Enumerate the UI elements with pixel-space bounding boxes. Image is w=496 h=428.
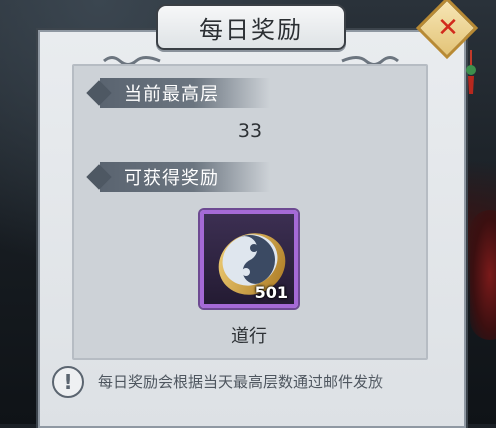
dialog-title-tab: 每日奖励: [156, 4, 346, 50]
current-floor-label: 当前最高层: [124, 84, 219, 105]
reward-item-count: 501: [254, 283, 288, 302]
background-red-orb: [470, 210, 496, 340]
dialog-title: 每日奖励: [199, 15, 303, 44]
exclamation-icon: !: [52, 366, 84, 398]
current-floor-banner: 当前最高层: [86, 78, 270, 108]
reward-item-name: 道行: [231, 326, 267, 347]
reward-tip-text: 每日奖励会根据当天最高层数通过邮件发放: [98, 373, 384, 391]
rewards-label: 可获得奖励: [124, 168, 219, 189]
close-x-icon[interactable]: ✕: [434, 13, 462, 43]
tassel-ornament-icon: [466, 50, 476, 94]
reward-item-slot[interactable]: 501: [200, 210, 298, 308]
current-floor-value: 33: [237, 120, 263, 142]
rewards-banner: 可获得奖励: [86, 162, 270, 192]
